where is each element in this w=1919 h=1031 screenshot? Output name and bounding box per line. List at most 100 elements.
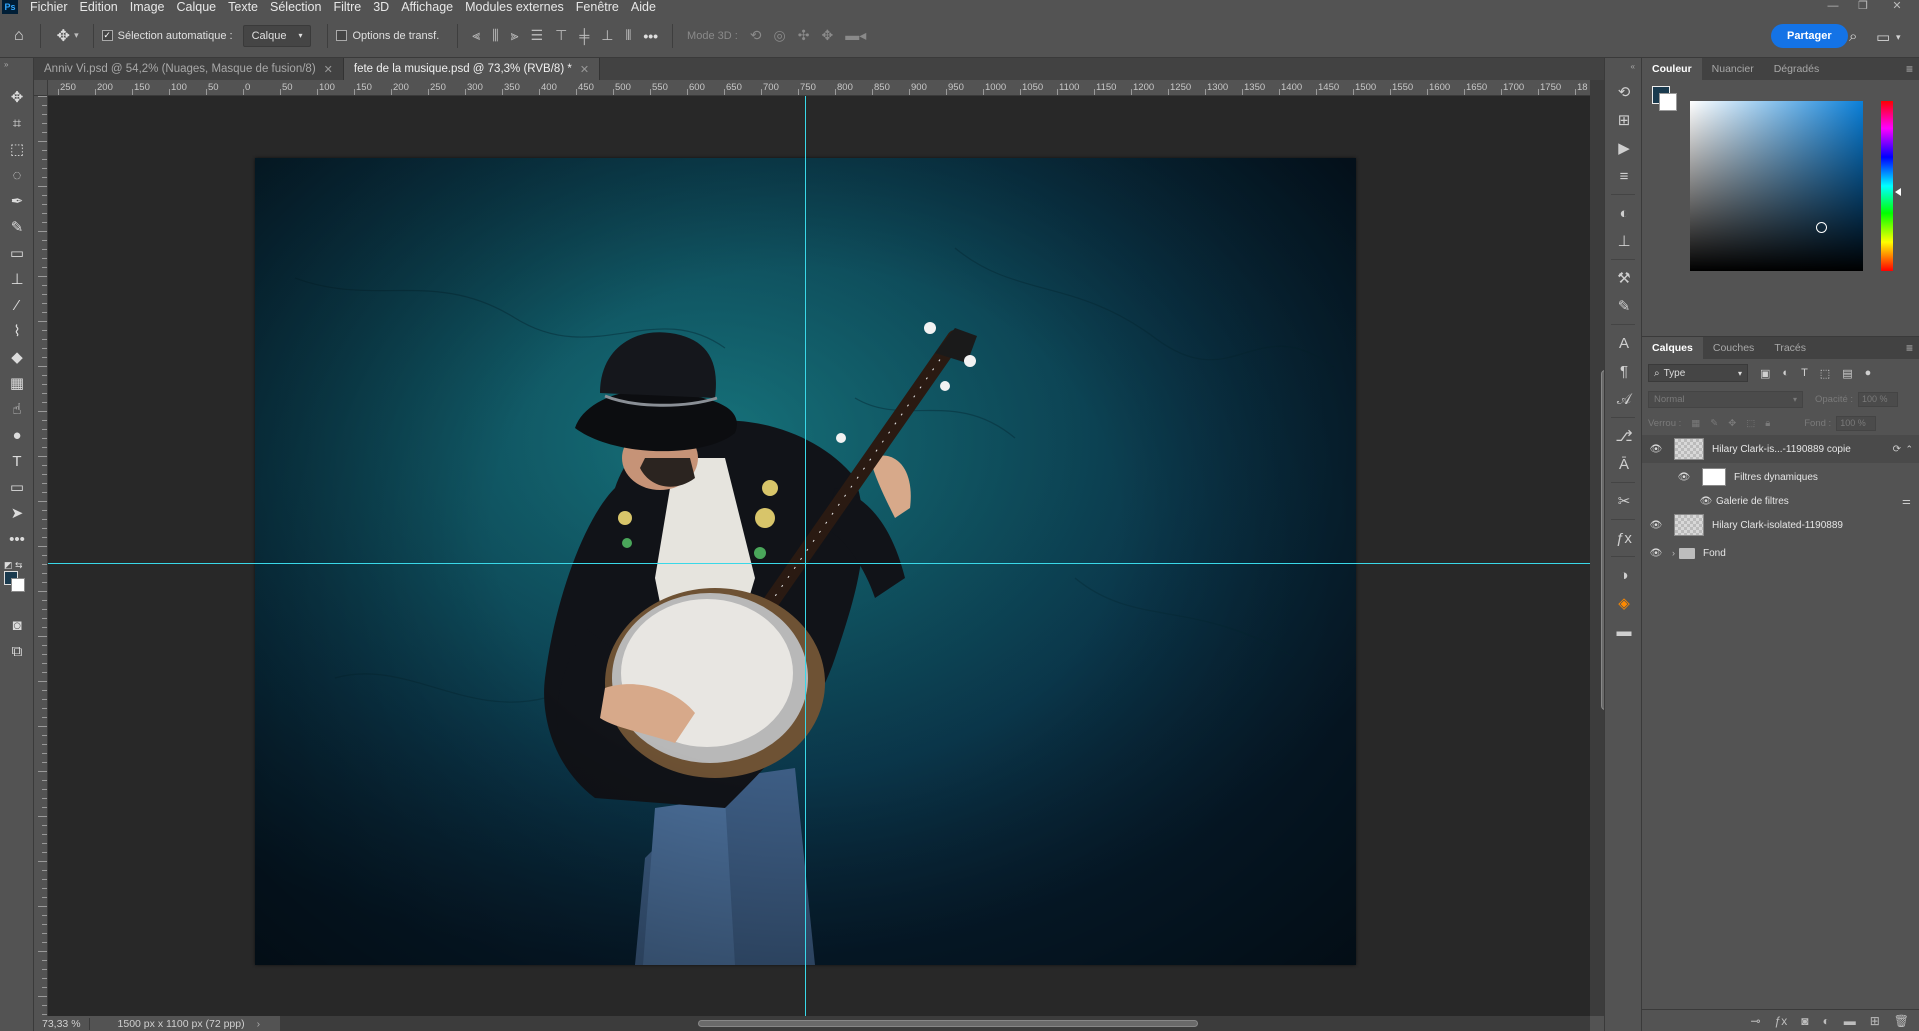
new-group-icon[interactable]: ▬ <box>1844 1014 1856 1028</box>
styles-fx-icon[interactable]: ƒx <box>1605 524 1643 552</box>
slide-3d-icon[interactable]: ✥ <box>821 27 833 44</box>
align-bottom-icon[interactable]: ⊥ <box>601 27 613 44</box>
new-layer-icon[interactable]: ⊞ <box>1870 1014 1880 1028</box>
close-icon[interactable]: ✕ <box>324 63 333 76</box>
zoom-level[interactable]: 73,33 % <box>34 1017 90 1030</box>
delete-layer-icon[interactable]: 🗑︎ <box>1894 1014 1909 1028</box>
share-button[interactable]: Partager <box>1771 24 1848 48</box>
layer-row[interactable]: 👁︎ › Fond <box>1642 539 1919 567</box>
brush-tool-icon[interactable]: ⌇ <box>0 318 34 344</box>
actions-play-icon[interactable]: ▶ <box>1605 134 1643 162</box>
lock-transparent-icon[interactable]: ▦ <box>1691 418 1700 429</box>
align-middle-icon[interactable]: ╪ <box>579 28 589 44</box>
filter-toggle-icon[interactable]: ● <box>1865 367 1872 379</box>
path-selection-icon[interactable]: ➤ <box>0 500 34 526</box>
filter-smart-object-icon[interactable]: ▤ <box>1842 367 1852 380</box>
tab-traces[interactable]: Tracés <box>1764 337 1816 359</box>
panel-collapse-icon[interactable]: » <box>0 58 33 84</box>
minimize-button[interactable]: — <box>1818 0 1848 14</box>
3d-cube-icon[interactable]: ◈ <box>1605 589 1643 617</box>
hue-slider-marker[interactable] <box>1895 188 1901 196</box>
scale-3d-icon[interactable]: ▬◂ <box>845 27 866 44</box>
visibility-eye-icon[interactable]: 👁︎ <box>1646 520 1666 531</box>
lock-all-icon[interactable]: 🔒︎ <box>1765 418 1770 429</box>
tab-anniv-vi[interactable]: Anniv Vi.psd @ 54,2% (Nuages, Masque de … <box>34 58 344 80</box>
adjustment-layer-icon[interactable]: ◐ <box>1822 1014 1829 1028</box>
layer-name[interactable]: Fond <box>1703 548 1726 559</box>
tool-presets-icon[interactable]: ⚒ <box>1605 264 1643 292</box>
menu-filtre[interactable]: Filtre <box>333 0 361 14</box>
menu-3d[interactable]: 3D <box>373 0 389 14</box>
auto-select-checkbox[interactable]: ✓ Sélection automatique : <box>101 30 233 42</box>
lock-image-icon[interactable]: ✎ <box>1710 418 1718 429</box>
horizontal-guide[interactable] <box>48 563 1590 564</box>
timeline-icon[interactable]: ◑ <box>1605 561 1643 589</box>
lasso-tool-icon[interactable]: ◌ <box>0 162 34 188</box>
layer-name[interactable]: Hilary Clark-is...-1190889 copie <box>1712 444 1851 455</box>
notes-icon[interactable]: ▬ <box>1605 617 1643 645</box>
chevron-right-icon[interactable]: › <box>257 1018 261 1030</box>
distribute-horizontal-icon[interactable]: ⫴ <box>625 27 631 44</box>
scrollbar-thumb[interactable] <box>698 1020 1198 1027</box>
ruler-origin[interactable] <box>34 80 48 96</box>
library-icon[interactable]: ⊞ <box>1605 106 1643 134</box>
color-field[interactable] <box>1690 101 1863 271</box>
add-mask-icon[interactable]: ◙ <box>1801 1014 1808 1028</box>
filter-adjustment-icon[interactable]: ◐ <box>1782 367 1789 379</box>
more-tools-icon[interactable]: ••• <box>0 526 34 552</box>
panel-menu-icon[interactable]: ≡ <box>1906 341 1913 355</box>
tab-couches[interactable]: Couches <box>1703 337 1764 359</box>
paths-icon[interactable]: ⎇ <box>1605 422 1643 450</box>
background-color-swatch[interactable] <box>1659 93 1677 111</box>
align-top-icon[interactable]: ⊤ <box>555 27 567 44</box>
expand-arrow-icon[interactable]: › <box>1672 548 1675 558</box>
background-color-swatch[interactable] <box>11 578 25 592</box>
brush-settings-icon[interactable]: ✎ <box>1605 292 1643 320</box>
horizontal-ruler[interactable]: 250 200 150 100 50 0 50 100 150 200 250 300 350 400 45… <box>48 80 1590 96</box>
screen-mode-icon[interactable]: ⧉ <box>0 638 34 664</box>
distribute-vertical-icon[interactable]: ☰ <box>531 27 544 44</box>
tab-couleur[interactable]: Couleur <box>1642 58 1702 80</box>
close-window-button[interactable]: ✕ <box>1882 0 1912 14</box>
chevron-down-icon[interactable]: ▾ <box>74 30 79 41</box>
menu-image[interactable]: Image <box>130 0 165 14</box>
hue-slider[interactable] <box>1881 101 1893 271</box>
tab-fete-de-la-musique[interactable]: fete de la musique.psd @ 73,3% (RVB/8) *… <box>343 58 601 80</box>
blend-mode-dropdown[interactable]: Normal ▾ <box>1648 390 1803 408</box>
crop-tool-icon[interactable]: ⌗ <box>0 110 34 136</box>
layer-row[interactable]: 👁︎ Filtres dynamiques <box>1642 463 1919 491</box>
layer-filter-dropdown[interactable]: ⌕ Type ▾ <box>1648 364 1748 382</box>
properties-icon[interactable]: ≡ <box>1605 162 1643 190</box>
move-tool-icon[interactable]: ✥ <box>57 26 70 46</box>
layer-row[interactable]: 👁︎ Galerie de filtres ⚌ <box>1642 491 1919 511</box>
vertical-ruler[interactable] <box>34 96 48 1016</box>
stamp-tool-icon[interactable]: ⊥ <box>0 266 34 292</box>
menu-selection[interactable]: Sélection <box>270 0 321 14</box>
tab-nuancier[interactable]: Nuancier <box>1702 58 1764 80</box>
filter-mask-thumbnail[interactable] <box>1702 468 1726 486</box>
layer-row[interactable]: 👁︎ Hilary Clark-is...-1190889 copie ⟳ ⌃ <box>1642 435 1919 463</box>
menu-calque[interactable]: Calque <box>177 0 217 14</box>
layer-style-fx-icon[interactable]: ƒx <box>1775 1014 1788 1028</box>
color-picker-marker[interactable] <box>1816 222 1827 233</box>
link-layers-icon[interactable]: ⊸ <box>1750 1014 1760 1028</box>
vertical-scrollbar[interactable] <box>1590 80 1609 1016</box>
filter-shape-icon[interactable]: ⬚ <box>1820 367 1830 380</box>
align-left-icon[interactable]: ⫷ <box>472 27 480 44</box>
menu-aide[interactable]: Aide <box>631 0 656 14</box>
quick-mask-icon[interactable]: ◙ <box>0 612 34 638</box>
tab-degrades[interactable]: Dégradés <box>1764 58 1830 80</box>
menu-edition[interactable]: Edition <box>80 0 118 14</box>
opacity-input[interactable]: 100 % <box>1858 391 1899 407</box>
healing-brush-icon[interactable]: ▭ <box>0 240 34 266</box>
smudge-tool-icon[interactable]: ☝ <box>0 396 34 422</box>
visibility-eye-icon[interactable]: 👁︎ <box>1646 444 1666 455</box>
search-icon[interactable]: ⌕ <box>1849 28 1857 45</box>
character-styles-icon[interactable]: Ā <box>1605 450 1643 478</box>
transform-options-checkbox[interactable]: Options de transf. <box>336 30 439 42</box>
restore-button[interactable]: ❐ <box>1848 0 1878 14</box>
chevron-down-icon[interactable]: ▾ <box>1896 32 1901 43</box>
eyedropper-icon[interactable]: ⁄ <box>0 292 34 318</box>
paragraph-icon[interactable]: ¶ <box>1605 357 1643 385</box>
orbit-3d-icon[interactable]: ⟲ <box>750 27 762 44</box>
